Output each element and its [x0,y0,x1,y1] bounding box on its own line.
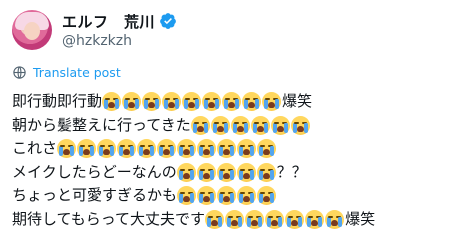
loudly-crying-face-icon [222,92,242,112]
loudly-crying-face-icon [157,139,177,159]
loudly-crying-face-icon [57,139,77,159]
verified-badge-icon [160,13,176,29]
tweet-line-suffix: ？？ [276,162,307,181]
loudly-crying-face-icon [245,209,265,229]
tweet-line: これさ [12,137,375,161]
tweet-line: メイクしたらどーなんの ？？ [12,161,375,185]
loudly-crying-face-icon [250,115,270,135]
display-name-row: エルフ 荒川 [62,11,177,31]
display-name[interactable]: エルフ 荒川 [62,11,155,32]
loudly-crying-face-icon [122,92,142,112]
loudly-crying-face-icon [237,186,257,206]
tweet-header: エルフ 荒川 @hzkzkzh [12,8,177,52]
translate-post-link[interactable]: Translate post [12,65,121,80]
loudly-crying-face-icon [177,186,197,206]
tweet-line-text: 即行動即行動 [12,92,103,110]
loudly-crying-face-icon [225,209,245,229]
tweet-line-text: 期待してもらって大丈夫です [12,209,206,228]
author-handle[interactable]: @hzkzkzh [62,33,177,49]
loudly-crying-face-icon [97,139,117,159]
loudly-crying-face-icon [257,139,277,159]
tweet-line-text: メイクしたらどーなんの [12,162,177,181]
avatar[interactable] [12,10,52,50]
translate-globe-icon [13,66,26,79]
tweet-line-suffix: 爆笑 [282,92,313,110]
loudly-crying-face-icon [257,186,277,206]
loudly-crying-face-icon [197,186,217,206]
tweet-line-text: これさ [12,139,58,157]
loudly-crying-face-icon [137,139,157,159]
loudly-crying-face-icon [242,92,262,112]
tweet-line-suffix: 爆笑 [345,209,376,228]
tweet-line: ちょっと可愛すぎるかも [12,184,375,208]
tweet-line: 期待してもらって大丈夫です 爆笑 [12,208,375,232]
loudly-crying-face-icon [216,162,236,182]
loudly-crying-face-icon [142,92,162,112]
loudly-crying-face-icon [270,115,290,135]
loudly-crying-face-icon [230,115,250,135]
loudly-crying-face-icon [217,186,237,206]
loudly-crying-face-icon [197,139,217,159]
loudly-crying-face-icon [290,115,310,135]
loudly-crying-face-icon [265,209,285,229]
loudly-crying-face-icon [305,209,325,229]
loudly-crying-face-icon [205,209,225,229]
loudly-crying-face-icon [217,139,237,159]
loudly-crying-face-icon [202,92,222,112]
loudly-crying-face-icon [325,209,345,229]
loudly-crying-face-icon [210,115,230,135]
tweet-line: 朝から髪整えに行ってきた [12,114,375,138]
loudly-crying-face-icon [117,139,137,159]
tweet-line-text: 朝から髪整えに行ってきた [12,115,191,134]
tweet-line-text: ちょっと可愛すぎるかも [12,186,178,204]
loudly-crying-face-icon [236,162,256,182]
loudly-crying-face-icon [256,162,276,182]
loudly-crying-face-icon [162,92,182,112]
avatar-face [24,22,40,40]
loudly-crying-face-icon [77,139,97,159]
tweet-line: 即行動即行動 爆笑 [12,90,375,114]
tweet-text: 即行動即行動 爆笑 朝から髪整えに行ってきた これさ メイクしたらどーなんの？？ ちょっと… [12,90,375,231]
loudly-crying-face-icon [102,92,122,112]
loudly-crying-face-icon [285,209,305,229]
loudly-crying-face-icon [177,139,197,159]
loudly-crying-face-icon [182,92,202,112]
loudly-crying-face-icon [237,139,257,159]
loudly-crying-face-icon [262,92,282,112]
loudly-crying-face-icon [190,115,210,135]
author-names: エルフ 荒川 @hzkzkzh [62,11,177,49]
translate-post-label: Translate post [33,65,121,80]
loudly-crying-face-icon [176,162,196,182]
loudly-crying-face-icon [196,162,216,182]
